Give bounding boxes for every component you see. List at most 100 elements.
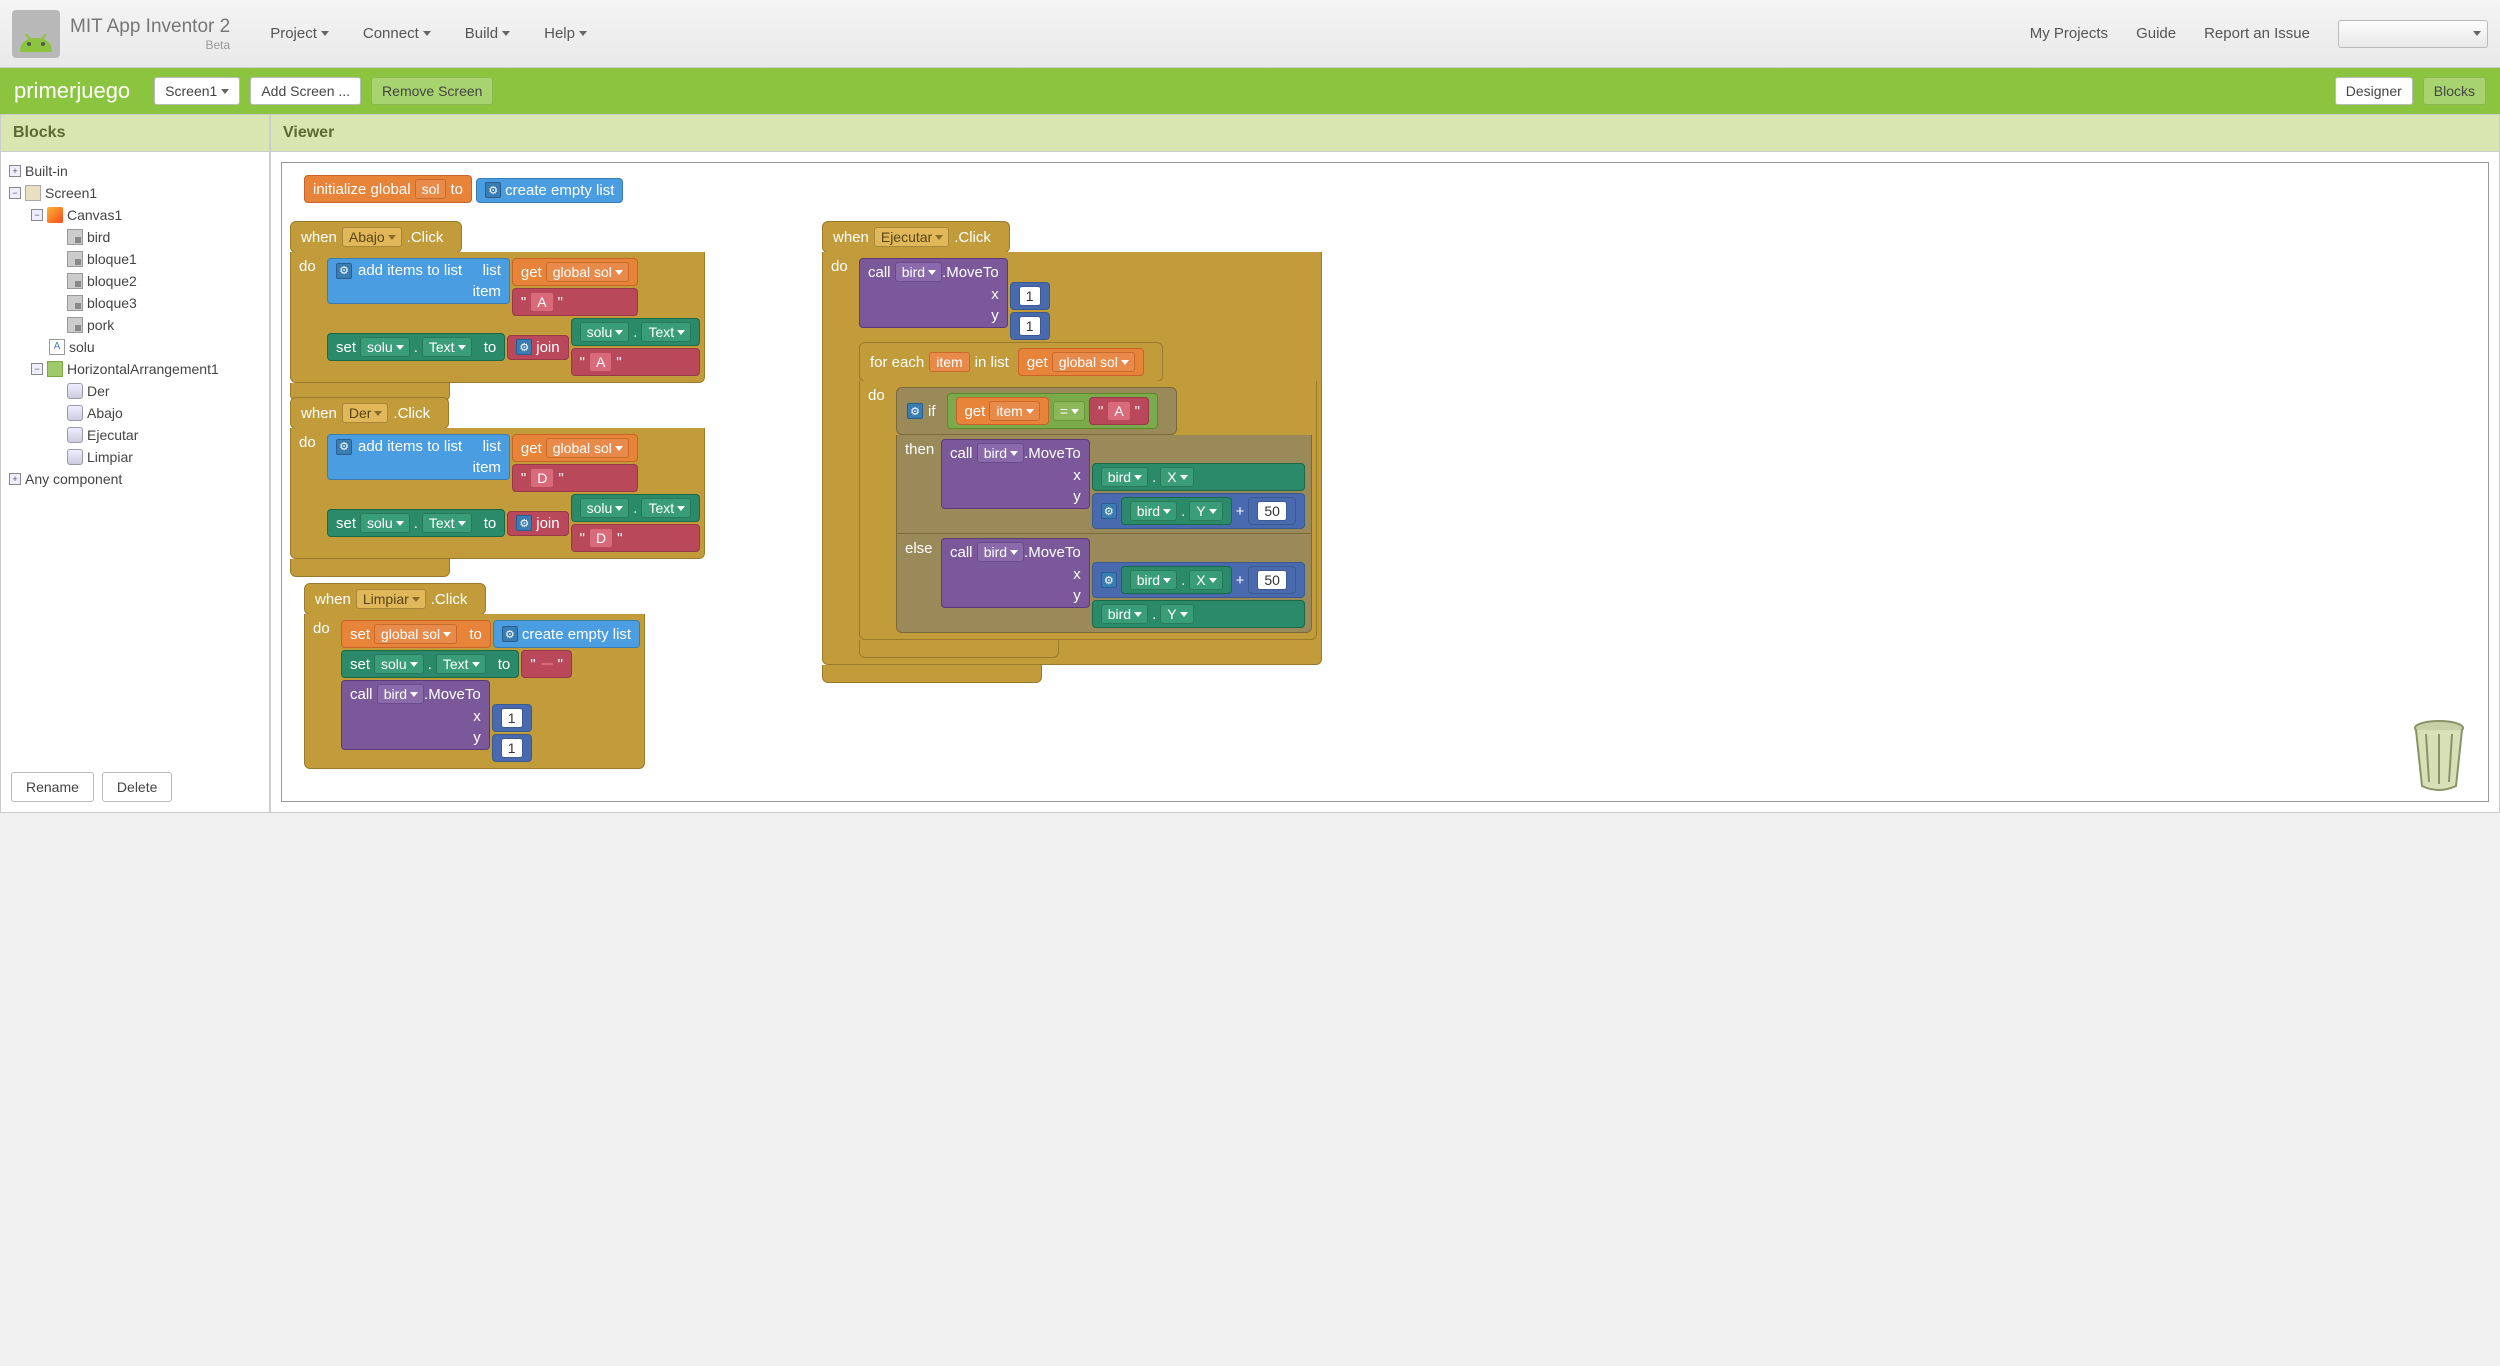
collapse-icon[interactable]: − xyxy=(9,187,21,199)
component-dropdown[interactable]: bird xyxy=(1101,467,1148,487)
tree-canvas1[interactable]: −Canvas1 xyxy=(9,204,265,226)
menu-connect[interactable]: Connect xyxy=(363,25,431,42)
button-icon xyxy=(67,383,83,399)
component-dropdown[interactable]: bird xyxy=(895,262,942,282)
tree-ejecutar[interactable]: Ejecutar xyxy=(9,424,265,446)
tree-builtin[interactable]: +Built-in xyxy=(9,160,265,182)
screen-dropdown[interactable]: Screen1 xyxy=(154,77,240,105)
logo-icon xyxy=(12,10,60,58)
main-content: Blocks +Built-in −Screen1 −Canvas1 bird … xyxy=(0,114,2500,813)
gear-icon[interactable] xyxy=(907,403,923,419)
prop-dropdown[interactable]: Text xyxy=(641,322,691,342)
var-dropdown[interactable]: global sol xyxy=(1052,352,1135,372)
link-report-issue[interactable]: Report an Issue xyxy=(2204,25,2310,42)
component-dropdown[interactable]: Ejecutar xyxy=(874,227,949,247)
tree-bloque1[interactable]: bloque1 xyxy=(9,248,265,270)
remove-screen-button[interactable]: Remove Screen xyxy=(371,77,493,105)
block-when-abajo-click[interactable]: whenAbajo.Click add items to list list i… xyxy=(290,221,705,401)
block-when-limpiar-click[interactable]: whenLimpiar.Click setglobal sol to creat… xyxy=(304,583,645,769)
gear-icon[interactable] xyxy=(502,626,518,642)
palette-footer: Rename Delete xyxy=(1,762,269,812)
link-my-projects[interactable]: My Projects xyxy=(2030,25,2108,42)
prop-dropdown[interactable]: Y xyxy=(1160,604,1193,624)
tree-harr[interactable]: −HorizontalArrangement1 xyxy=(9,358,265,380)
component-dropdown[interactable]: bird xyxy=(977,443,1024,463)
sprite-icon xyxy=(67,273,83,289)
canvas-icon xyxy=(47,207,63,223)
blocks-button[interactable]: Blocks xyxy=(2423,77,2486,105)
gear-icon[interactable] xyxy=(1101,503,1117,519)
block-when-ejecutar-click[interactable]: whenEjecutar.Click call bird.MoveTo x y … xyxy=(822,221,1322,683)
gear-icon[interactable] xyxy=(516,515,532,531)
beta-label: Beta xyxy=(70,38,230,52)
caret-icon xyxy=(2473,31,2481,36)
gear-icon[interactable] xyxy=(516,339,532,355)
expand-icon[interactable]: + xyxy=(9,165,21,177)
prop-dropdown[interactable]: Text xyxy=(422,513,472,533)
add-screen-button[interactable]: Add Screen ... xyxy=(250,77,361,105)
component-dropdown[interactable]: bird xyxy=(1101,604,1148,624)
viewer-panel-header: Viewer xyxy=(271,115,2499,152)
right-menu: My Projects Guide Report an Issue xyxy=(2030,20,2488,48)
collapse-icon[interactable]: − xyxy=(31,363,43,375)
sprite-icon xyxy=(67,317,83,333)
collapse-icon[interactable]: − xyxy=(31,209,43,221)
blocks-workspace[interactable]: initialize global sol to create empty li… xyxy=(281,162,2489,802)
var-dropdown[interactable]: item xyxy=(989,401,1039,421)
tree-bird[interactable]: bird xyxy=(9,226,265,248)
component-dropdown[interactable]: Limpiar xyxy=(356,589,426,609)
language-select[interactable] xyxy=(2338,20,2488,48)
tree-any-component[interactable]: +Any component xyxy=(9,468,265,490)
component-dropdown[interactable]: solu xyxy=(580,322,630,342)
link-guide[interactable]: Guide xyxy=(2136,25,2176,42)
block-init-global[interactable]: initialize global sol to create empty li… xyxy=(304,175,623,203)
prop-dropdown[interactable]: Y xyxy=(1189,501,1222,521)
prop-dropdown[interactable]: X xyxy=(1160,467,1193,487)
component-dropdown[interactable]: bird xyxy=(1130,570,1177,590)
component-dropdown[interactable]: bird xyxy=(1130,501,1177,521)
component-dropdown[interactable]: bird xyxy=(377,684,424,704)
gear-icon[interactable] xyxy=(1101,572,1117,588)
tree-bloque3[interactable]: bloque3 xyxy=(9,292,265,314)
viewer-panel: Viewer initialize global sol to create e… xyxy=(270,114,2500,813)
button-icon xyxy=(67,405,83,421)
delete-button[interactable]: Delete xyxy=(102,772,172,802)
var-dropdown[interactable]: global sol xyxy=(546,262,629,282)
tree-pork[interactable]: pork xyxy=(9,314,265,336)
gear-icon[interactable] xyxy=(336,439,352,455)
screen-icon xyxy=(25,185,41,201)
menu-bar: Project Connect Build Help xyxy=(270,25,587,42)
component-dropdown[interactable]: solu xyxy=(360,337,410,357)
menu-project[interactable]: Project xyxy=(270,25,329,42)
logo: MIT App Inventor 2 Beta xyxy=(12,10,230,58)
component-dropdown[interactable]: bird xyxy=(977,542,1024,562)
var-dropdown[interactable]: global sol xyxy=(546,438,629,458)
expand-icon[interactable]: + xyxy=(9,473,21,485)
tree-der[interactable]: Der xyxy=(9,380,265,402)
menu-help[interactable]: Help xyxy=(544,25,587,42)
tree-solu[interactable]: Asolu xyxy=(9,336,265,358)
gear-icon[interactable] xyxy=(336,263,352,279)
menu-build[interactable]: Build xyxy=(465,25,510,42)
tree-limpiar[interactable]: Limpiar xyxy=(9,446,265,468)
block-when-der-click[interactable]: whenDer.Click add items to list list ite… xyxy=(290,397,705,577)
component-dropdown[interactable]: solu xyxy=(374,654,424,674)
prop-dropdown[interactable]: Text xyxy=(422,337,472,357)
prop-dropdown[interactable]: Text xyxy=(436,654,486,674)
tree-screen1[interactable]: −Screen1 xyxy=(9,182,265,204)
component-dropdown[interactable]: Abajo xyxy=(342,227,402,247)
component-dropdown[interactable]: Der xyxy=(342,403,389,423)
tree-bloque2[interactable]: bloque2 xyxy=(9,270,265,292)
trash-icon[interactable] xyxy=(2408,716,2470,791)
op-dropdown[interactable]: = xyxy=(1053,401,1085,421)
var-dropdown[interactable]: global sol xyxy=(374,624,457,644)
gear-icon[interactable] xyxy=(485,182,501,198)
caret-icon xyxy=(221,89,229,94)
component-dropdown[interactable]: solu xyxy=(360,513,410,533)
designer-button[interactable]: Designer xyxy=(2335,77,2413,105)
prop-dropdown[interactable]: X xyxy=(1189,570,1222,590)
component-dropdown[interactable]: solu xyxy=(580,498,630,518)
rename-button[interactable]: Rename xyxy=(11,772,94,802)
prop-dropdown[interactable]: Text xyxy=(641,498,691,518)
tree-abajo[interactable]: Abajo xyxy=(9,402,265,424)
